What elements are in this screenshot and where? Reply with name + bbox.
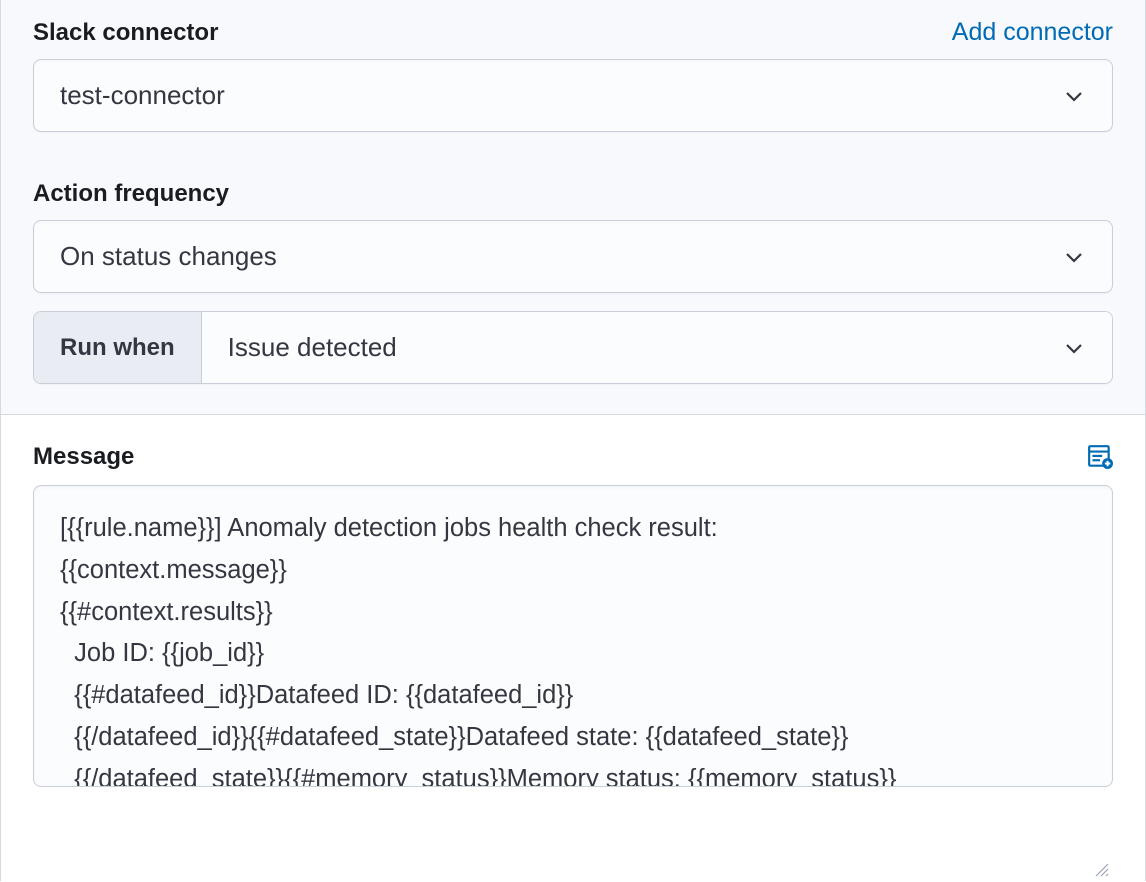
message-section: Message (1, 415, 1145, 881)
run-when-select[interactable]: Issue detected (202, 312, 1112, 383)
action-frequency-select[interactable]: On status changes (33, 220, 1113, 293)
message-textarea[interactable] (33, 485, 1113, 787)
slack-connector-group: Slack connector Add connector test-conne… (33, 18, 1113, 132)
add-connector-link[interactable]: Add connector (952, 18, 1113, 47)
chevron-down-icon (1062, 245, 1086, 269)
action-frequency-label: Action frequency (33, 180, 229, 208)
action-frequency-group: Action frequency On status changes Run w… (33, 180, 1113, 384)
resize-handle-icon (1093, 861, 1109, 877)
slack-connector-value: test-connector (60, 80, 225, 111)
run-when-value: Issue detected (228, 332, 397, 363)
top-section: Slack connector Add connector test-conne… (1, 0, 1145, 415)
action-frequency-label-row: Action frequency (33, 180, 1113, 208)
message-textarea-wrapper (33, 485, 1113, 881)
message-label-row: Message (33, 443, 1113, 471)
slack-connector-label-row: Slack connector Add connector (33, 18, 1113, 47)
message-label: Message (33, 443, 134, 471)
form-container: Slack connector Add connector test-conne… (0, 0, 1146, 881)
action-frequency-value: On status changes (60, 241, 277, 272)
insert-variable-icon[interactable] (1087, 444, 1113, 470)
slack-connector-label: Slack connector (33, 19, 218, 47)
slack-connector-select[interactable]: test-connector (33, 59, 1113, 132)
chevron-down-icon (1062, 336, 1086, 360)
run-when-group: Run when Issue detected (33, 311, 1113, 384)
run-when-label: Run when (34, 312, 202, 383)
chevron-down-icon (1062, 84, 1086, 108)
